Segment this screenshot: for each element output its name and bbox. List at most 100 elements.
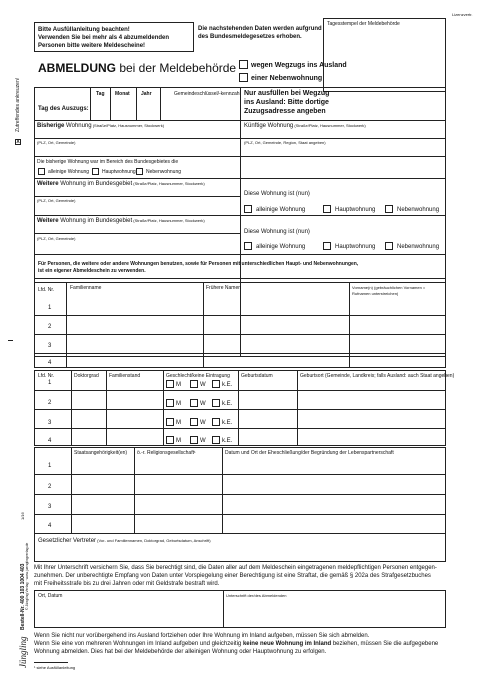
- t2-row-1: 1: [48, 380, 52, 386]
- gender-m-label: M: [176, 382, 181, 388]
- divider: [110, 87, 111, 120]
- stamp-box: Tagesstempel der Meldebehörde: [323, 18, 446, 92]
- divider: [34, 409, 446, 410]
- gender-w-checkbox[interactable]: [190, 418, 198, 426]
- t2-row-4: 4: [48, 438, 52, 444]
- publisher-logo: Jüngling: [18, 636, 28, 669]
- divider: [66, 282, 67, 368]
- footer-line: Wenn Sie eine von mehreren Wohnungen im …: [34, 641, 438, 647]
- gender-w-label: W: [200, 438, 206, 444]
- footer-part: beziehen, müssen Sie die aufgegebene: [332, 641, 439, 647]
- divider: [223, 590, 224, 628]
- divider: [238, 370, 239, 446]
- divider: [34, 390, 446, 391]
- divider: [34, 353, 446, 354]
- t1-given-header2: Rufnamen unterstreichen): [352, 291, 399, 296]
- t2-doctor-header: Doktorgrad: [74, 373, 99, 379]
- footnote: ¹ siehe Ausfüllanleitung: [34, 665, 76, 670]
- gender-m-checkbox[interactable]: [166, 436, 174, 444]
- gender-w-checkbox[interactable]: [190, 436, 198, 444]
- future-label: Künftige Wohnung: [244, 123, 294, 129]
- t3-nationality-header: Staatsangehörigkeit(en): [74, 450, 128, 456]
- divider: [71, 447, 72, 534]
- further2-secondary-checkbox[interactable]: [385, 242, 393, 250]
- previous-address-label: Bisherige Wohnung (Straße/Platz, Hausnum…: [37, 123, 164, 129]
- fold-mark: [8, 340, 13, 341]
- previous-plz-label: (PLZ, Ort, Gemeinde): [37, 140, 76, 145]
- divider: [134, 447, 135, 534]
- instruction-line: Bitte Ausfüllanleitung beachten!: [38, 27, 130, 33]
- secondary-checkbox[interactable]: [239, 73, 248, 82]
- persons-note: ist ein eigener Abmeldeschein zu verwend…: [38, 268, 146, 274]
- gender-w-label: W: [200, 420, 206, 426]
- gender-ke-checkbox[interactable]: [212, 418, 220, 426]
- gender-ke-label: k.E.: [222, 420, 233, 426]
- form-version: 1/16: [20, 512, 25, 520]
- further-plz-2: (PLZ, Ort, Gemeinde): [37, 236, 76, 241]
- further-label: Wohnung im Bundesgebiet: [58, 218, 133, 224]
- divider: [163, 370, 164, 446]
- persons-table-2: [34, 370, 446, 446]
- form-code: Lizenzvertr.: [452, 12, 473, 17]
- side-checkbox-label: Zutreffendes ankreuzen!: [15, 77, 21, 132]
- gender-m-label: M: [176, 401, 181, 407]
- divider: [34, 474, 446, 475]
- t2-row-3: 3: [48, 420, 52, 426]
- t1-row-2: 2: [48, 324, 52, 330]
- divider: [34, 120, 446, 121]
- t2-birthdate-header: Geburtsdatum: [241, 373, 273, 379]
- gender-m-checkbox[interactable]: [166, 418, 174, 426]
- gender-m-checkbox[interactable]: [166, 380, 174, 388]
- divider: [34, 334, 446, 335]
- gender-m-checkbox[interactable]: [166, 399, 174, 407]
- status-sole-checkbox[interactable]: [38, 168, 45, 175]
- further-label: Wohnung im Bundesgebiet: [58, 181, 133, 187]
- representative-box: [34, 534, 446, 562]
- gender-m-label: M: [176, 438, 181, 444]
- divider: [34, 138, 446, 139]
- gender-ke-checkbox[interactable]: [212, 399, 220, 407]
- day-label: Tag: [96, 91, 105, 97]
- future-hint: (Straße/Platz, Hausnummer, Stockwerk): [293, 123, 366, 128]
- future-plz-label: (PLZ, Ort, Gemeinde, Region, Staat angeb…: [244, 140, 326, 145]
- t2-status-header: Familienstand: [109, 373, 141, 379]
- divider: [34, 178, 446, 179]
- previous-label: Wohnung: [64, 123, 92, 129]
- further2-main-checkbox[interactable]: [323, 242, 331, 250]
- further1-sole-label: alleinige Wohnung: [256, 207, 306, 213]
- t1-row-4: 4: [48, 360, 52, 366]
- gender-ke-checkbox[interactable]: [212, 380, 220, 388]
- abroad-note: ins Ausland: Bitte dortige: [244, 99, 329, 106]
- signature-text: zunehmen. Der unberechtigte Empfang von …: [34, 573, 431, 579]
- gender-ke-checkbox[interactable]: [212, 436, 220, 444]
- further1-secondary-checkbox[interactable]: [385, 205, 393, 213]
- t1-row-3: 3: [48, 343, 52, 349]
- status-main-checkbox[interactable]: [92, 168, 99, 175]
- divider: [34, 233, 240, 234]
- status-secondary-checkbox[interactable]: [136, 168, 143, 175]
- instruction-line: Personen bitte weitere Meldescheine!: [38, 43, 146, 49]
- gender-w-checkbox[interactable]: [190, 380, 198, 388]
- persons-table-3: [34, 447, 446, 534]
- t2-row-2: 2: [48, 400, 52, 406]
- divider: [297, 370, 298, 446]
- further2-sole-checkbox[interactable]: [244, 242, 252, 250]
- title-bold: ABMELDUNG: [38, 61, 116, 75]
- further-label-bold: Weitere: [37, 218, 59, 224]
- abroad-note: Nur ausfüllen bei Wegzug: [244, 90, 330, 97]
- divider: [136, 87, 137, 120]
- further-label-bold: Weitere: [37, 181, 59, 187]
- abroad-note: Zuzugsadresse angeben: [244, 108, 326, 115]
- status-sole-label: alleinige Wohnung: [48, 169, 90, 175]
- publisher-info: © Jüngling Verlag · www.juenglingverlag.…: [25, 542, 29, 610]
- further1-sole-checkbox[interactable]: [244, 205, 252, 213]
- gender-w-checkbox[interactable]: [190, 399, 198, 407]
- divider: [106, 370, 107, 446]
- further1-main-checkbox[interactable]: [323, 205, 331, 213]
- footer-part: Wenn Sie eine von mehreren Wohnungen im …: [34, 641, 242, 647]
- checkbox-marker: X: [15, 139, 21, 145]
- abroad-checkbox[interactable]: [239, 60, 248, 69]
- further-address-1-label: Weitere Wohnung im Bundesgebiet (Straße/…: [37, 181, 205, 187]
- future-address-label: Künftige Wohnung (Straße/Platz, Hausnumm…: [244, 123, 366, 129]
- further2-secondary-label: Nebenwohnung: [397, 244, 440, 250]
